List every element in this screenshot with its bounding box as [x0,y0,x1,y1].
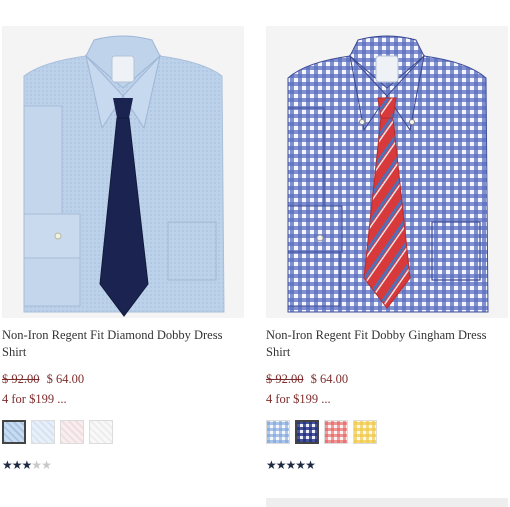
star-filled-icon: ★ [2,458,13,472]
swatch-blue-diamond[interactable] [2,420,26,444]
color-swatches [266,420,508,444]
star-rating: ★★★★★ [266,458,508,472]
color-swatches [2,420,244,444]
star-empty-icon: ★ [41,458,52,472]
next-card-edge [266,498,508,507]
product-image-gingham-shirt[interactable] [266,26,508,318]
swatch-pink[interactable] [60,420,84,444]
star-filled-icon: ★ [285,458,297,472]
product-title[interactable]: Non-Iron Regent Fit Dobby Gingham Dress … [266,327,504,361]
product-title[interactable]: Non-Iron Regent Fit Diamond Dobby Dress … [2,327,240,361]
star-rating: ★★★★★ [2,458,244,472]
swatch-red-gingham[interactable] [324,420,348,444]
original-price: $ 92.00 [266,372,304,386]
star-empty-icon: ★ [31,458,42,472]
product-price: $ 92.00 $ 64.00 [2,371,244,387]
promo-text[interactable]: 4 for $199 ... [2,390,244,408]
star-filled-icon: ★ [295,458,306,472]
sale-price: $ 64.00 [46,372,85,386]
original-price: $ 92.00 [2,372,40,386]
product-price: $ 92.00 $ 64.00 [266,371,508,387]
swatch-navy-gingham[interactable] [295,420,319,444]
swatch-light-blue-gingham[interactable] [266,420,290,444]
sale-price: $ 64.00 [310,372,349,386]
promo-text[interactable]: 4 for $199 ... [266,390,508,408]
swatch-light-blue[interactable] [31,420,55,444]
swatch-white[interactable] [89,420,113,444]
product-card[interactable]: Non-Iron Regent Fit Dobby Gingham Dress … [266,26,508,472]
star-filled-icon: ★ [11,458,23,472]
star-filled-icon: ★ [21,458,33,472]
star-filled-icon: ★ [305,458,316,472]
shirt-red-tie-illustration [287,35,489,313]
shirt-navy-tie-illustration [23,35,225,317]
swatch-yellow-gingham[interactable] [353,420,377,444]
product-image-blue-shirt[interactable] [2,26,244,318]
product-card[interactable]: Non-Iron Regent Fit Diamond Dobby Dress … [2,26,244,472]
star-filled-icon: ★ [275,458,287,472]
star-filled-icon: ★ [266,458,277,472]
